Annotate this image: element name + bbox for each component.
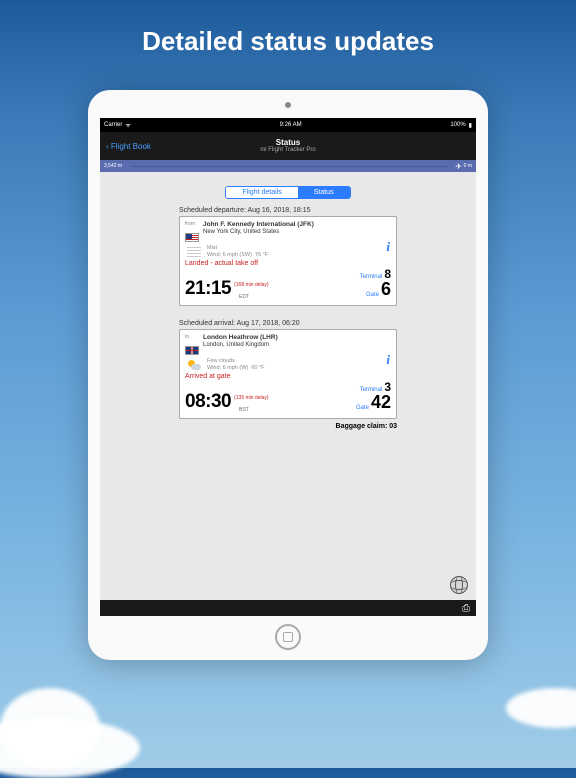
airport-name: London Heathrow (LHR) <box>203 334 278 342</box>
cloud-decoration <box>0 718 140 778</box>
wind-label: Wind: 6 mph (SW) <box>207 252 252 258</box>
back-button[interactable]: ‹ Flight Book <box>106 142 151 151</box>
gate-num: 6 <box>381 280 391 298</box>
clouds-icon <box>187 360 201 370</box>
battery-icon: ▮ <box>469 122 472 129</box>
nav-title: Status <box>260 138 315 148</box>
weather-condition: Few clouds <box>207 358 265 364</box>
wind-label: Wind: 6 mph (W) <box>207 365 248 371</box>
arrival-card: to London Heathrow (LHR) London, United … <box>179 329 397 419</box>
mist-icon <box>187 247 201 257</box>
baggage-claim: Baggage claim: 03 <box>179 423 397 430</box>
bottom-toolbar: ⎙ <box>100 600 476 616</box>
info-button[interactable]: i <box>386 352 390 368</box>
ipad-frame: Carrier ᯤ 9:26 AM 100% ▮ ‹ Flight Book S… <box>88 90 488 660</box>
info-button[interactable]: i <box>386 239 390 255</box>
wifi-icon: ᯤ <box>125 121 130 129</box>
arrival-delay: (135 min delay) <box>234 395 268 401</box>
arrival-scheduled: Scheduled arrival: Aug 17, 2018, 06:20 <box>179 320 397 327</box>
tab-status[interactable]: Status <box>298 187 350 198</box>
flight-progress: 3,542 m 0 m <box>100 160 476 172</box>
airport-name: John F. Kennedy International (JFK) <box>203 221 314 229</box>
carrier-label: Carrier <box>104 122 122 128</box>
globe-button[interactable] <box>450 576 468 594</box>
departure-status: Landed - actual take off <box>185 260 391 267</box>
flag-uk-icon <box>185 346 199 355</box>
gate-num: 42 <box>371 393 391 411</box>
city-name: New York City, United States <box>203 229 314 236</box>
direction-label: from <box>185 221 199 227</box>
arrival-time: 08:30 <box>185 392 231 411</box>
departure-card: from John F. Kennedy International (JFK)… <box>179 216 397 306</box>
nav-bar: ‹ Flight Book Status mi Flight Tracker P… <box>100 132 476 160</box>
home-button[interactable] <box>275 624 301 650</box>
flag-us-icon <box>185 233 199 242</box>
promo-headline: Detailed status updates <box>0 0 576 75</box>
tab-flight-details[interactable]: Flight details <box>226 187 297 198</box>
progress-line <box>130 166 448 167</box>
distance-remaining: 0 m <box>464 163 472 169</box>
departure-delay: (168 min delay) <box>234 282 268 288</box>
cloud-decoration <box>506 688 576 728</box>
direction-label: to <box>185 334 199 340</box>
arrival-status: Arrived at gate <box>185 373 391 380</box>
city-name: London, United Kingdom <box>203 342 278 349</box>
temp-label: 60 °F <box>251 365 264 371</box>
weather-condition: Mist <box>207 245 268 251</box>
nav-subtitle: mi Flight Tracker Pro <box>260 147 315 154</box>
departure-scheduled: Scheduled departure: Aug 16, 2018, 18:15 <box>179 207 397 214</box>
departure-time: 21:15 <box>185 279 231 298</box>
segmented-control: Flight details Status <box>225 186 350 199</box>
distance-flown: 3,542 m <box>104 163 122 169</box>
ios-status-bar: Carrier ᯤ 9:26 AM 100% ▮ <box>100 118 476 132</box>
share-button[interactable]: ⎙ <box>462 603 470 614</box>
screen: Carrier ᯤ 9:26 AM 100% ▮ ‹ Flight Book S… <box>100 118 476 616</box>
battery-label: 100% <box>450 122 465 128</box>
status-time: 9:26 AM <box>280 122 302 128</box>
temp-label: 76 °F <box>255 252 268 258</box>
